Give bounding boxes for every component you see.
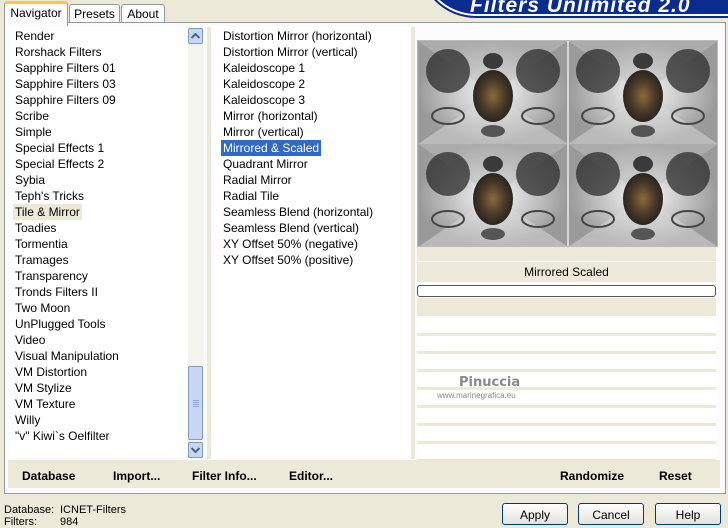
- category-item[interactable]: Sapphire Filters 01: [13, 60, 118, 76]
- watermark-text: Pinuccia: [459, 375, 521, 390]
- scroll-down-button[interactable]: [188, 442, 203, 458]
- category-list[interactable]: Render Rorshack Filters Sapphire Filters 0…: [9, 27, 189, 457]
- app-title: Filters Unlimited 2.0: [470, 0, 691, 17]
- category-item[interactable]: Transparency: [13, 268, 90, 284]
- parameter-slider-slot: [417, 336, 716, 351]
- category-scrollbar[interactable]: [188, 28, 204, 458]
- category-item[interactable]: VM Distortion: [13, 364, 89, 380]
- category-item[interactable]: Simple: [13, 124, 54, 140]
- help-button[interactable]: Help: [655, 503, 721, 525]
- filter-item[interactable]: Distortion Mirror (vertical): [221, 44, 360, 60]
- filter-list[interactable]: Distortion Mirror (horizontal) Distortion…: [212, 27, 410, 459]
- status-filters-value: 984: [60, 516, 79, 528]
- list-divider: [207, 27, 211, 459]
- category-item[interactable]: "v" Kiwi`s Oelfilter: [13, 428, 112, 444]
- database-button[interactable]: Database: [22, 468, 75, 484]
- reset-button[interactable]: Reset: [659, 468, 692, 484]
- category-item[interactable]: Sapphire Filters 03: [13, 76, 118, 92]
- category-item[interactable]: UnPlugged Tools: [13, 316, 108, 332]
- filter-item[interactable]: Seamless Blend (horizontal): [221, 204, 375, 220]
- parameter-slider-slot: [417, 444, 716, 459]
- category-item[interactable]: Render: [13, 28, 56, 44]
- filter-item[interactable]: Mirror (horizontal): [221, 108, 320, 124]
- params-header: [417, 298, 716, 316]
- panel-divider: [411, 27, 415, 459]
- watermark-url: www.marinegrafica.eu: [437, 391, 516, 400]
- category-item[interactable]: Sybia: [13, 172, 47, 188]
- tab-presets[interactable]: Presets: [69, 4, 120, 23]
- tab-navigator[interactable]: Navigator: [4, 1, 68, 26]
- parameter-slider-slot: [417, 354, 716, 369]
- preview-image: [417, 40, 718, 247]
- category-item[interactable]: Video: [13, 332, 47, 348]
- category-item[interactable]: Teph's Tricks: [13, 188, 86, 204]
- category-item[interactable]: Toadies: [13, 220, 58, 236]
- filter-item[interactable]: Radial Tile: [221, 188, 281, 204]
- filter-item[interactable]: Kaleidoscope 1: [221, 60, 307, 76]
- category-item[interactable]: Tramages: [13, 252, 71, 268]
- category-item[interactable]: Special Effects 1: [13, 140, 106, 156]
- filter-item[interactable]: XY Offset 50% (negative): [221, 236, 360, 252]
- chevron-down-icon: [191, 447, 200, 453]
- scroll-thumb[interactable]: [188, 366, 203, 440]
- tab-about[interactable]: About: [121, 4, 165, 23]
- import-button[interactable]: Import...: [113, 468, 160, 484]
- filter-item[interactable]: Kaleidoscope 2: [221, 76, 307, 92]
- progress-track: [417, 285, 716, 297]
- category-item[interactable]: Two Moon: [13, 300, 72, 316]
- status-filters-label: Filters:: [4, 516, 37, 528]
- randomize-button[interactable]: Randomize: [560, 468, 624, 484]
- filter-item[interactable]: Radial Mirror: [221, 172, 294, 188]
- category-item[interactable]: VM Stylize: [13, 380, 74, 396]
- category-item[interactable]: Special Effects 2: [13, 156, 106, 172]
- filter-item[interactable]: Quadrant Mirror: [221, 156, 310, 172]
- parameter-slider-slot: [417, 408, 716, 423]
- chevron-up-icon: [191, 33, 200, 39]
- filter-item[interactable]: Seamless Blend (vertical): [221, 220, 361, 236]
- filter-item[interactable]: Mirror (vertical): [221, 124, 306, 140]
- category-item[interactable]: Tronds Filters II: [13, 284, 100, 300]
- filter-info-button[interactable]: Filter Info...: [192, 468, 257, 484]
- filter-item[interactable]: Mirrored & Scaled: [219, 139, 323, 157]
- category-item[interactable]: Scribe: [13, 108, 51, 124]
- cancel-button[interactable]: Cancel: [578, 503, 644, 525]
- parameter-slider-slot: [417, 318, 716, 333]
- scroll-up-button[interactable]: [188, 28, 203, 44]
- filter-item[interactable]: Distortion Mirror (horizontal): [221, 28, 374, 44]
- category-item[interactable]: Tile & Mirror: [13, 204, 82, 220]
- category-item[interactable]: Tormentia: [13, 236, 70, 252]
- preview-separator: [417, 247, 716, 261]
- status-database-label: Database:: [4, 504, 55, 516]
- category-item[interactable]: VM Texture: [13, 396, 77, 412]
- filter-item[interactable]: Kaleidoscope 3: [221, 92, 307, 108]
- category-item[interactable]: Willy: [13, 412, 42, 428]
- filter-name-label: Mirrored Scaled: [417, 262, 716, 282]
- category-item[interactable]: Rorshack Filters: [13, 44, 104, 60]
- category-item[interactable]: Visual Manipulation: [13, 348, 121, 364]
- category-item[interactable]: Sapphire Filters 09: [13, 92, 118, 108]
- parameter-slider-slot: [417, 426, 716, 441]
- editor-button[interactable]: Editor...: [289, 468, 333, 484]
- apply-button[interactable]: Apply: [502, 503, 568, 525]
- filter-item[interactable]: XY Offset 50% (positive): [221, 252, 355, 268]
- status-database-value: ICNET-Filters: [60, 504, 126, 516]
